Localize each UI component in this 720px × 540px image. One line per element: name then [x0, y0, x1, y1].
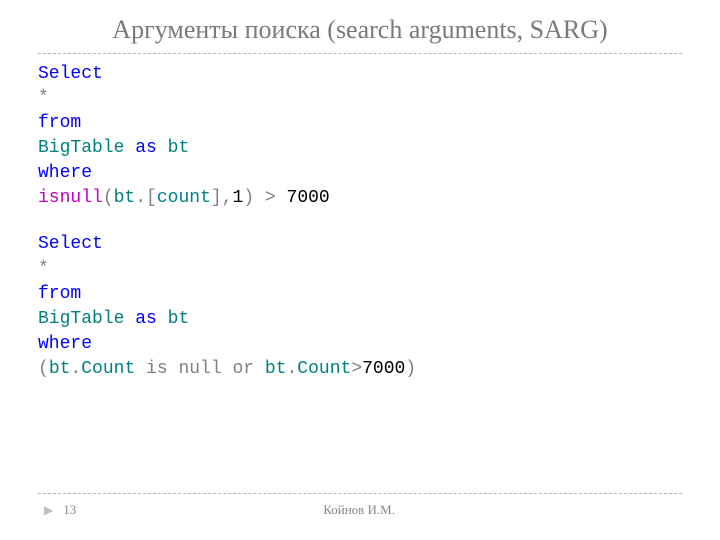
- br-close: ]: [211, 188, 222, 208]
- kw-select2: Select: [38, 234, 103, 254]
- code-block-2: Select * from BigTable as bt where (bt.C…: [38, 232, 682, 381]
- paren-open: (: [103, 188, 114, 208]
- func-isnull: isnull: [38, 188, 103, 208]
- kw-from2: from: [38, 284, 81, 304]
- slide-title: Аргументы поиска (search arguments, SARG…: [38, 14, 682, 47]
- author-name: Койнов И.М.: [323, 502, 395, 518]
- star: *: [38, 88, 49, 108]
- kw-where2: where: [38, 334, 92, 354]
- footer-divider: [38, 493, 682, 494]
- paren-close: ): [243, 188, 254, 208]
- footer: ▶ 13 Койнов И.М.: [38, 493, 682, 518]
- nav-arrow-icon: ▶: [44, 503, 53, 518]
- table-name2: BigTable: [38, 309, 124, 329]
- kw-from: from: [38, 113, 81, 133]
- gt-op: >: [254, 188, 286, 208]
- dot2a: .: [70, 359, 81, 379]
- bt-ref2b: bt: [265, 359, 287, 379]
- paren-open2: (: [38, 359, 49, 379]
- kw-as: as: [135, 138, 157, 158]
- bt-ref: bt: [114, 188, 136, 208]
- dot2b: .: [286, 359, 297, 379]
- kw-as2: as: [135, 309, 157, 329]
- table-name: BigTable: [38, 138, 124, 158]
- star2: *: [38, 259, 49, 279]
- bt-ref2a: bt: [49, 359, 71, 379]
- alias: bt: [168, 138, 190, 158]
- col-count2a: Count: [81, 359, 135, 379]
- code-block-1: Select * from BigTable as bt where isnul…: [38, 62, 682, 211]
- val-7000: 7000: [287, 188, 330, 208]
- col-count2b: Count: [297, 359, 351, 379]
- col-count: count: [157, 188, 211, 208]
- isnull-or: is null or: [135, 359, 265, 379]
- val-7000b: 7000: [362, 359, 405, 379]
- kw-select: Select: [38, 64, 103, 84]
- comma: ,: [222, 188, 233, 208]
- kw-where: where: [38, 163, 92, 183]
- dot: .: [135, 188, 146, 208]
- paren-close2: ): [405, 359, 416, 379]
- page-number: 13: [63, 502, 76, 518]
- br-open: [: [146, 188, 157, 208]
- alias2: bt: [168, 309, 190, 329]
- title-divider: [38, 53, 682, 54]
- gt-op2: >: [351, 359, 362, 379]
- default-val: 1: [233, 188, 244, 208]
